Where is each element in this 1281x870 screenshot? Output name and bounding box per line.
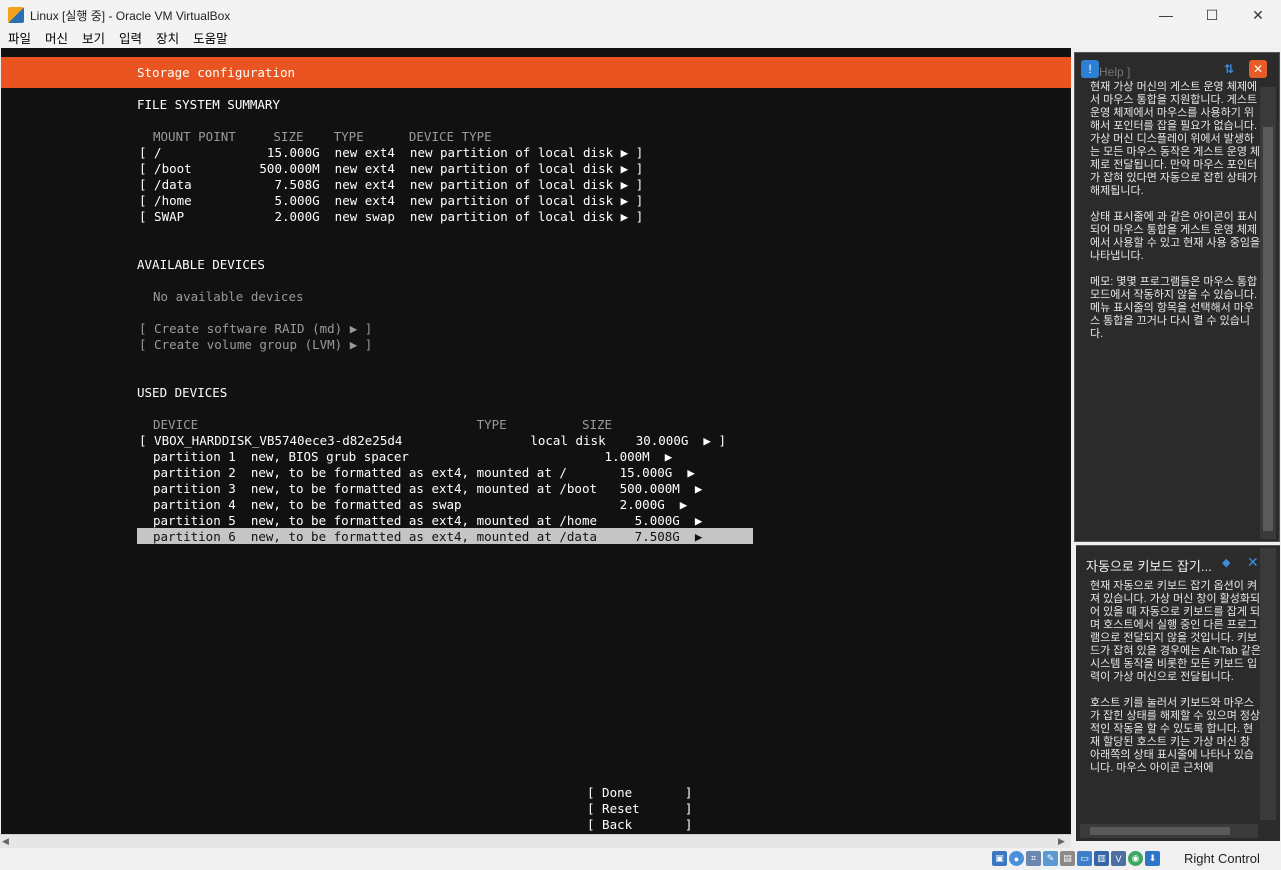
hdd-icon[interactable]: ▣ — [992, 851, 1007, 866]
notification-panel: ! Help ] ⇅ ✕ 현재 가상 머신의 게스트 운영 체제에서 마우스 통… — [1074, 52, 1280, 542]
message-horizontal-scrollbar[interactable] — [1080, 824, 1258, 838]
display-icon[interactable]: ▭ — [1077, 851, 1092, 866]
virtualbox-icon — [8, 7, 24, 23]
fs-row-swap[interactable]: [ SWAP 2.000G new swap new partition of … — [139, 209, 643, 225]
cpu-icon[interactable]: V — [1111, 851, 1126, 866]
fs-row-boot[interactable]: [ /boot 500.000M new ext4 new partition … — [139, 161, 643, 177]
scroll-left-icon[interactable]: ◀ — [2, 836, 9, 847]
mouse-integration-message: 현재 가상 머신의 게스트 운영 체제에서 마우스 통합을 지원합니다. 게스트… — [1090, 81, 1262, 354]
status-icons: ▣ ● ⌗ ✎ ▤ ▭ ▥ V ◉ ⬇ — [992, 851, 1160, 866]
used-table-header: DEVICE TYPE SIZE — [153, 417, 613, 432]
partition-row[interactable]: partition 1 new, BIOS grub spacer 1.000M… — [153, 449, 672, 465]
usb-icon[interactable]: ✎ — [1043, 851, 1058, 866]
help-paragraph: 현재 가상 머신의 게스트 운영 체제에서 마우스 통합을 지원합니다. 게스트… — [1090, 81, 1261, 197]
menu-view[interactable]: 보기 — [76, 30, 111, 48]
help-paragraph: 메모: 몇몇 프로그램들은 마우스 통합 모드에서 작동하지 않을 수 있습니다… — [1090, 276, 1258, 340]
fs-row-data[interactable]: [ /data 7.508G new ext4 new partition of… — [139, 177, 643, 193]
partition-row-selected[interactable]: partition 6 new, to be formatted as ext4… — [153, 529, 702, 545]
menu-input[interactable]: 입력 — [113, 30, 148, 48]
scroll-right-icon[interactable]: ▶ — [1058, 836, 1065, 847]
done-button[interactable]: [ Done ] — [587, 785, 692, 801]
installer-title: Storage configuration — [137, 65, 296, 80]
message-paragraph: 호스트 키를 눌러서 키보드와 마우스가 잡힌 상태를 해제할 수 있으며 정상… — [1090, 697, 1261, 774]
host-key-label: Right Control — [1184, 851, 1260, 866]
menu-machine[interactable]: 머신 — [39, 30, 74, 48]
partition-row[interactable]: partition 3 new, to be formatted as ext4… — [153, 481, 702, 497]
vm-display[interactable]: Storage configuration FILE SYSTEM SUMMAR… — [1, 48, 1071, 834]
installer-header: Storage configuration — [1, 57, 1071, 88]
partition-row[interactable]: partition 4 new, to be formatted as swap… — [153, 497, 687, 513]
menu-bar: 파일 머신 보기 입력 장치 도움말 — [0, 30, 1281, 48]
message-title: 자동으로 키보드 잡기... — [1086, 559, 1212, 574]
reset-button[interactable]: [ Reset ] — [587, 801, 692, 817]
minimize-button[interactable]: — — [1143, 0, 1189, 30]
used-disk-row[interactable]: [ VBOX_HARDDISK_VB5740ece3-d82e25d4 loca… — [139, 433, 726, 449]
fs-table-header: MOUNT POINT SIZE TYPE DEVICE TYPE — [153, 129, 492, 144]
menu-help[interactable]: 도움말 — [187, 30, 234, 48]
fs-summary-heading: FILE SYSTEM SUMMARY — [137, 97, 280, 112]
scroll-thumb[interactable] — [1263, 127, 1273, 531]
close-button[interactable]: ✕ — [1235, 0, 1281, 30]
fs-row-home[interactable]: [ /home 5.000G new ext4 new partition of… — [139, 193, 643, 209]
scroll-thumb[interactable] — [1090, 827, 1230, 835]
available-devices-heading: AVAILABLE DEVICES — [137, 257, 265, 272]
mouse-integration-icon[interactable]: ◉ — [1128, 851, 1143, 866]
menu-file[interactable]: 파일 — [2, 30, 37, 48]
help-label: Help ] — [1099, 65, 1131, 79]
keyboard-capture-message: 자동으로 키보드 잡기... ◆ ✕ 현재 자동으로 키보드 잡기 옵션이 켜져… — [1076, 545, 1280, 841]
keyboard-icon[interactable]: ⬇ — [1145, 851, 1160, 866]
network-icon[interactable]: ⌗ — [1026, 851, 1041, 866]
window-title: Linux [실행 중] - Oracle VM VirtualBox — [30, 8, 231, 23]
close-all-icon[interactable]: ✕ — [1249, 60, 1267, 78]
title-bar: Linux [실행 중] - Oracle VM VirtualBox — ☐ … — [0, 0, 1281, 30]
help-paragraph: 상태 표시줄에 과 같은 아이콘이 표시되어 마우스 통합을 게스트 운영 체제… — [1090, 211, 1261, 262]
close-icon[interactable]: ✕ — [1247, 554, 1259, 571]
used-devices-heading: USED DEVICES — [137, 385, 228, 400]
no-devices-text: No available devices — [153, 289, 304, 304]
pin-icon[interactable]: ◆ — [1222, 556, 1230, 569]
partition-row[interactable]: partition 5 new, to be formatted as ext4… — [153, 513, 702, 529]
fs-row-root[interactable]: [ / 15.000G new ext4 new partition of lo… — [139, 145, 643, 161]
back-button[interactable]: [ Back ] — [587, 817, 692, 833]
shared-folder-icon[interactable]: ▤ — [1060, 851, 1075, 866]
partition-row[interactable]: partition 2 new, to be formatted as ext4… — [153, 465, 695, 481]
message-paragraph: 현재 자동으로 키보드 잡기 옵션이 켜져 있습니다. 가상 머신 창이 활성화… — [1090, 580, 1261, 683]
maximize-button[interactable]: ☐ — [1189, 0, 1235, 30]
notification-bubble-icon[interactable]: ! — [1081, 60, 1099, 78]
sort-icon[interactable]: ⇅ — [1220, 60, 1238, 78]
status-bar: ▣ ● ⌗ ✎ ▤ ▭ ▥ V ◉ ⬇ Right Control — [0, 848, 1281, 870]
message-body: 현재 자동으로 키보드 잡기 옵션이 켜져 있습니다. 가상 머신 창이 활성화… — [1090, 580, 1262, 788]
help-scrollbar[interactable] — [1260, 87, 1276, 539]
create-raid-button[interactable]: [ Create software RAID (md) ▶ ] — [139, 321, 372, 337]
optical-icon[interactable]: ● — [1009, 851, 1024, 866]
vm-horizontal-scrollbar[interactable]: ◀ ▶ — [0, 834, 1071, 848]
menu-devices[interactable]: 장치 — [150, 30, 185, 48]
recording-icon[interactable]: ▥ — [1094, 851, 1109, 866]
create-lvm-button[interactable]: [ Create volume group (LVM) ▶ ] — [139, 337, 372, 353]
message-scrollbar[interactable] — [1260, 548, 1276, 820]
